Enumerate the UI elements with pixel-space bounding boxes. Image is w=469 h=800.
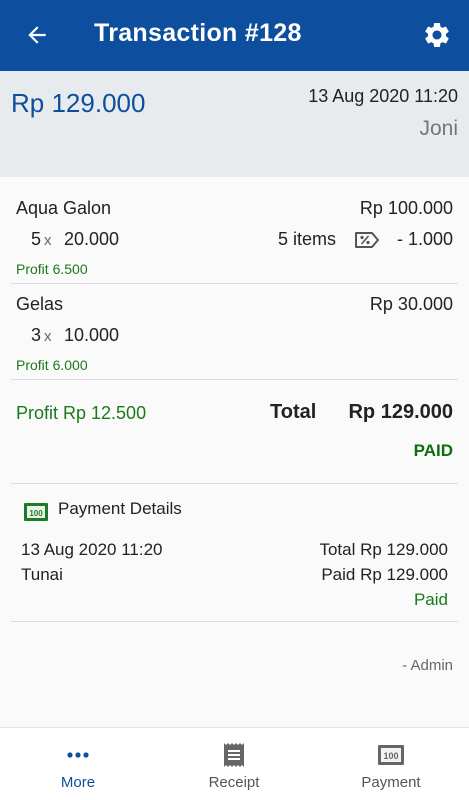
payment-method: Tunai <box>21 565 63 584</box>
discount-icon <box>354 229 380 251</box>
money-icon: 100 <box>23 502 49 522</box>
divider <box>11 379 458 380</box>
item-profit: Profit 6.000 <box>16 357 88 373</box>
payment-date: 13 Aug 2020 11:20 <box>21 540 163 559</box>
divider <box>11 621 458 622</box>
payment-status: Paid <box>413 590 448 609</box>
receipt-icon <box>156 742 312 768</box>
item-discount: - 1.000 <box>396 229 453 249</box>
cashier-signature: - Admin <box>402 657 453 674</box>
payment-total: Total Rp 129.000 <box>319 540 448 559</box>
arrow-left-icon <box>28 26 46 44</box>
settings-button[interactable] <box>422 20 452 50</box>
transaction-details: Aqua Galon Rp 100.000 5 x 20.000 5 items… <box>0 177 469 727</box>
transaction-date: 13 Aug 2020 11:20 <box>308 86 458 106</box>
item-price: 10.000 <box>64 325 120 345</box>
divider <box>11 483 458 484</box>
svg-text:100: 100 <box>383 751 398 761</box>
times-sign: x <box>44 232 52 249</box>
item-profit: Profit 6.500 <box>16 261 88 277</box>
transaction-summary: Rp 129.000 13 Aug 2020 11:20 Joni <box>0 71 469 177</box>
gear-icon <box>425 22 449 47</box>
item-qty: 3 <box>31 325 42 345</box>
transaction-amount: Rp 129.000 <box>11 88 146 118</box>
payment-icon: 100 <box>313 742 469 768</box>
divider <box>11 283 458 284</box>
page-title: Transaction #128 <box>94 19 302 47</box>
nav-receipt-label: Receipt <box>208 774 260 791</box>
nav-receipt[interactable]: Receipt <box>156 728 312 800</box>
total-label: Total <box>270 401 317 423</box>
bottom-navigation: More Receipt 100 Payment <box>0 727 469 800</box>
item-name: Aqua Galon <box>16 198 112 218</box>
item-price: 20.000 <box>64 229 120 249</box>
more-dots-icon <box>0 742 156 768</box>
payment-details-header: Payment Details <box>58 499 182 518</box>
item-qty: 5 <box>31 229 42 249</box>
nav-more-label: More <box>60 774 96 791</box>
customer-name: Joni <box>419 117 458 140</box>
item-total: Rp 30.000 <box>369 294 453 314</box>
payment-paid: Paid Rp 129.000 <box>321 565 448 584</box>
item-name: Gelas <box>16 294 64 314</box>
item-count: 5 items <box>278 229 337 249</box>
nav-payment-label: Payment <box>361 774 421 791</box>
back-button[interactable] <box>22 20 52 50</box>
total-value: Rp 129.000 <box>348 401 453 423</box>
nav-more[interactable]: More <box>0 728 156 800</box>
item-total: Rp 100.000 <box>359 198 453 218</box>
total-profit: Profit Rp 12.500 <box>16 403 147 423</box>
times-sign: x <box>44 328 52 345</box>
status-badge: PAID <box>413 441 453 460</box>
svg-text:100: 100 <box>29 509 43 518</box>
app-bar: Transaction #128 <box>0 0 469 71</box>
nav-payment[interactable]: 100 Payment <box>313 728 469 800</box>
